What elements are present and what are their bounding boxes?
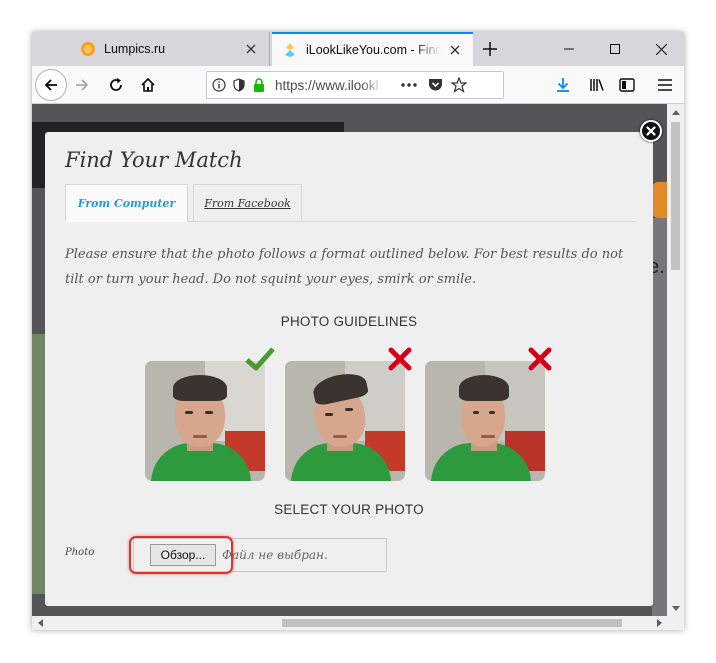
- lumpics-favicon-icon: [80, 41, 96, 57]
- photo-field-label: Photo: [65, 547, 95, 558]
- navigation-bar: https://www.ilookl: [32, 66, 684, 104]
- page-background-decoration: [32, 334, 46, 594]
- close-window-button[interactable]: [638, 32, 684, 66]
- home-icon: [141, 77, 155, 92]
- tab-lumpics[interactable]: Lumpics.ru: [70, 32, 270, 66]
- scroll-down-arrow-icon[interactable]: [667, 600, 684, 616]
- info-icon[interactable]: [211, 77, 227, 93]
- minimize-icon: [564, 48, 574, 50]
- cross-icon: [385, 344, 415, 374]
- scroll-left-arrow-icon[interactable]: [32, 616, 48, 630]
- download-icon: [557, 78, 569, 92]
- horizontal-scroll-thumb[interactable]: [282, 619, 622, 627]
- maximize-icon: [610, 44, 620, 54]
- tab-from-facebook[interactable]: From Facebook: [193, 184, 302, 222]
- photo-instructions: Please ensure that the photo follows a f…: [65, 247, 624, 287]
- scroll-up-arrow-icon[interactable]: [667, 104, 684, 120]
- upload-source-tabs: From Computer From Facebook: [65, 184, 635, 222]
- sidebar-button[interactable]: [615, 73, 639, 97]
- menu-button[interactable]: [653, 73, 677, 97]
- page-orange-button: [652, 182, 667, 218]
- close-tab-icon[interactable]: [447, 42, 463, 58]
- plus-icon: [483, 42, 497, 56]
- page-content: e. Find Your Match From Computer From Fa…: [32, 104, 667, 616]
- downloads-button[interactable]: [551, 73, 575, 97]
- dialog-title: Find Your Match: [65, 148, 243, 172]
- ilooklikeyou-favicon-icon: [282, 42, 298, 58]
- tab-from-computer[interactable]: From Computer: [65, 184, 188, 222]
- close-dialog-button[interactable]: [640, 120, 662, 142]
- new-tab-button[interactable]: [478, 37, 502, 61]
- horizontal-scrollbar[interactable]: [32, 616, 667, 630]
- reload-icon: [110, 78, 122, 91]
- back-button[interactable]: [35, 69, 67, 101]
- page-actions-icon[interactable]: [399, 77, 419, 93]
- tab-strip-spacer: [32, 32, 70, 66]
- home-button[interactable]: [136, 73, 160, 97]
- browse-button[interactable]: Обзор...: [150, 544, 216, 566]
- maximize-button[interactable]: [592, 32, 638, 66]
- tab-strip: Lumpics.ru iLookLikeYou.com - Find m: [32, 32, 684, 66]
- sidebar-icon: [619, 78, 635, 92]
- close-icon: [655, 43, 667, 55]
- guideline-photo-tilted-head: [285, 361, 405, 481]
- guideline-photo-correct: [145, 361, 265, 481]
- bookmark-star-icon[interactable]: [451, 77, 467, 93]
- back-arrow-icon: [44, 79, 57, 91]
- address-bar[interactable]: https://www.ilookl: [206, 71, 504, 99]
- photo-guidelines-heading: PHOTO GUIDELINES: [280, 314, 418, 329]
- close-tab-icon[interactable]: [243, 41, 259, 57]
- url-text: https://www.ilookl: [275, 77, 379, 93]
- tracking-shield-icon[interactable]: [231, 77, 247, 93]
- tab-title: Lumpics.ru: [104, 42, 166, 56]
- vertical-scroll-thumb[interactable]: [671, 122, 680, 270]
- library-icon: [590, 79, 604, 91]
- select-photo-heading: SELECT YOUR PHOTO: [274, 502, 424, 517]
- forward-arrow-icon: [76, 79, 89, 91]
- tab-ilooklikeyou[interactable]: iLookLikeYou.com - Find m: [272, 32, 473, 66]
- close-icon: [646, 126, 656, 136]
- lock-icon[interactable]: [251, 77, 267, 93]
- reload-button[interactable]: [104, 73, 128, 97]
- checkmark-icon: [245, 344, 275, 374]
- scrollbar-corner: [667, 616, 684, 630]
- minimize-button[interactable]: [546, 32, 592, 66]
- pocket-icon[interactable]: [427, 77, 443, 93]
- find-match-dialog: Find Your Match From Computer From Faceb…: [45, 132, 653, 606]
- file-status-text: Файл не выбран.: [222, 548, 328, 562]
- cross-icon: [525, 344, 555, 374]
- guideline-photo-turned-head: [425, 361, 545, 481]
- vertical-scrollbar[interactable]: [667, 104, 684, 616]
- library-button[interactable]: [585, 73, 609, 97]
- tab-title: iLookLikeYou.com - Find m: [306, 43, 441, 57]
- hamburger-menu-icon: [658, 79, 672, 91]
- browser-window: Lumpics.ru iLookLikeYou.com - Find m: [32, 32, 684, 630]
- forward-button[interactable]: [70, 73, 94, 97]
- scroll-right-arrow-icon[interactable]: [651, 616, 667, 630]
